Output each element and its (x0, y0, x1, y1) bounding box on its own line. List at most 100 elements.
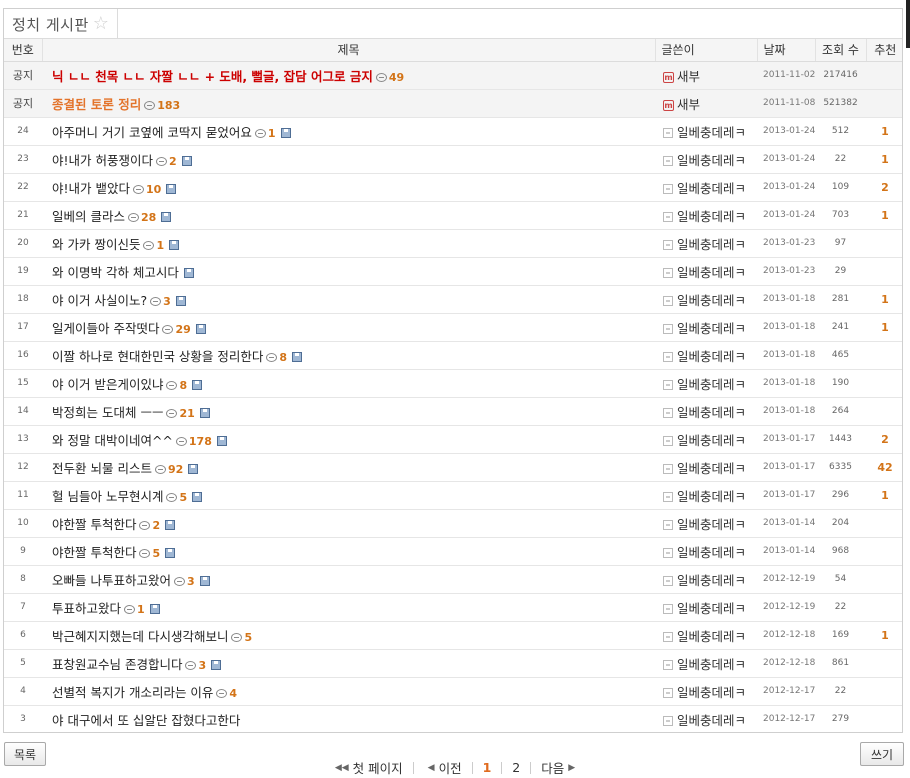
post-author[interactable]: 일베충데레ㅋ (677, 209, 746, 224)
comment-count[interactable]: 4 (216, 687, 237, 700)
comment-count[interactable]: 178 (175, 435, 212, 448)
page-link-1[interactable]: 1 (483, 760, 492, 775)
post-title-link[interactable]: 야!내가 뱉았다 (52, 181, 130, 196)
comment-bubble-icon (166, 408, 178, 418)
post-title-link[interactable]: 전두환 뇌물 리스트 (52, 461, 152, 476)
post-title-link[interactable]: 야!내가 허풍쟁이다 (52, 153, 153, 168)
comment-count[interactable]: 92 (154, 463, 183, 476)
post-title-link[interactable]: 투표하고왔다 (52, 601, 121, 616)
post-author[interactable]: 일베충데레ㅋ (677, 517, 746, 532)
post-title-link[interactable]: 헐 님들아 노무현시계 (52, 489, 163, 504)
divider (471, 761, 473, 774)
comment-count[interactable]: 3 (150, 295, 171, 308)
post-recommend: 1 (866, 481, 902, 510)
page-link-2[interactable]: 2 (512, 760, 520, 775)
user-icon (663, 492, 673, 502)
post-author[interactable]: 일베충데레ㅋ (677, 349, 746, 364)
comment-count[interactable]: 1 (254, 127, 276, 140)
post-views: 190 (815, 369, 866, 398)
post-recommend (866, 341, 902, 370)
post-title-link[interactable]: 와 정말 대박이네여^^ (52, 433, 173, 448)
comment-count[interactable]: 28 (127, 211, 156, 224)
post-recommend: 1 (866, 621, 902, 650)
post-author[interactable]: 일베충데레ㅋ (677, 405, 746, 420)
post-title-link[interactable]: 야한짤 투척한다 (52, 545, 136, 560)
user-icon (663, 520, 673, 530)
post-author-cell: 일베충데레ㅋ (655, 565, 757, 594)
post-title-link[interactable]: 일베의 클라스 (52, 209, 125, 224)
post-number: 3 (4, 705, 42, 732)
post-author[interactable]: 일베충데레ㅋ (677, 433, 746, 448)
post-title-link[interactable]: 야 이거 사실이노? (52, 293, 147, 308)
post-title-link[interactable]: 야 이거 받은게이있냐 (52, 377, 163, 392)
post-author[interactable]: 일베충데레ㅋ (677, 293, 746, 308)
post-author[interactable]: 일베충데레ㅋ (677, 629, 746, 644)
post-title-link[interactable]: 와 이명박 각하 체고시다 (52, 265, 179, 280)
post-author[interactable]: 일베충데레ㅋ (677, 377, 746, 392)
post-title-link[interactable]: 박정희는 도대체 ㅡㅡ (52, 405, 163, 420)
first-page-link[interactable]: ◀◀ 첫 페이지 (331, 758, 403, 777)
post-title-link[interactable]: 와 가카 짱이신듯 (52, 237, 140, 252)
comment-bubble-icon (266, 352, 278, 362)
comment-count[interactable]: 3 (185, 659, 206, 672)
post-author[interactable]: 일베충데레ㅋ (677, 489, 746, 504)
post-recommend (866, 593, 902, 622)
post-title-link[interactable]: 닉 ㄴㄴ 천목 ㄴㄴ 자짤 ㄴㄴ + 도배, 뻘글, 잡담 어그로 금지 (52, 69, 373, 84)
post-number: 공지 (4, 61, 42, 90)
post-title-link[interactable]: 오빠들 나투표하고왔어 (52, 573, 171, 588)
post-title-link[interactable]: 아주머니 거기 코옆에 코딱지 묻었어요 (52, 125, 252, 140)
comment-bubble-icon (150, 296, 162, 306)
table-row: 18 야 이거 사실이노? 3 일베충데레ㅋ 2013-01-18 281 1 (4, 285, 902, 314)
post-author[interactable]: 일베충데레ㅋ (677, 237, 746, 252)
post-date: 2013-01-24 (757, 145, 815, 174)
post-title-link[interactable]: 종결된 토론 정리 (52, 97, 141, 112)
comment-count[interactable]: 5 (231, 631, 252, 644)
comment-count[interactable]: 21 (166, 407, 195, 420)
comment-count[interactable]: 3 (173, 575, 195, 588)
post-author[interactable]: 일베충데레ㅋ (677, 125, 746, 140)
star-icon[interactable]: ☆ (93, 15, 109, 33)
post-title-link[interactable]: 야 대구에서 또 십알단 잡혔다고한다 (52, 713, 240, 728)
post-author[interactable]: 일베충데레ㅋ (677, 153, 746, 168)
post-title-link[interactable]: 표창원교수님 존경합니다 (52, 657, 182, 672)
post-author[interactable]: 일베충데레ㅋ (677, 545, 746, 560)
post-author[interactable]: 일베충데레ㅋ (677, 461, 746, 476)
post-author[interactable]: 일베충데레ㅋ (677, 713, 746, 728)
comment-count[interactable]: 49 (375, 71, 404, 84)
post-author[interactable]: 새부 (677, 69, 700, 84)
post-author[interactable]: 일베충데레ㅋ (677, 181, 746, 196)
comment-count[interactable]: 1 (143, 239, 164, 252)
post-author[interactable]: 일베충데레ㅋ (677, 657, 746, 672)
comment-count[interactable]: 5 (166, 491, 187, 504)
comment-count[interactable]: 29 (162, 323, 191, 336)
comment-count[interactable]: 8 (266, 351, 287, 364)
post-title-link[interactable]: 박근혜지지했는데 다시생각해보니 (52, 629, 228, 644)
post-title-link[interactable]: 이짤 하나로 현대한민국 상황을 정리한다 (52, 349, 263, 364)
post-title-link[interactable]: 선별적 복지가 개소리라는 이유 (52, 685, 213, 700)
post-author[interactable]: 새부 (677, 97, 700, 112)
comment-count[interactable]: 10 (133, 183, 161, 196)
post-date: 2013-01-14 (757, 537, 815, 566)
next-page-link[interactable]: 다음 ▶ (541, 758, 579, 777)
post-author[interactable]: 일베충데레ㅋ (677, 573, 746, 588)
post-title-cell: 종결된 토론 정리 183 (42, 89, 655, 118)
comment-count[interactable]: 8 (166, 379, 187, 392)
post-author[interactable]: 일베충데레ㅋ (677, 265, 746, 280)
post-author-cell: 일베충데레ㅋ (655, 257, 757, 286)
comment-count[interactable]: 183 (144, 99, 180, 112)
comment-count[interactable]: 1 (124, 603, 145, 616)
post-author-cell: m 새부 (655, 61, 757, 90)
divider (501, 761, 503, 774)
comment-count[interactable]: 2 (156, 155, 177, 168)
post-title-link[interactable]: 야한짤 투척한다 (52, 517, 136, 532)
post-title-link[interactable]: 일게이들아 주작떳다 (52, 321, 159, 336)
prev-page-label: 이전 (438, 761, 462, 776)
post-author[interactable]: 일베충데레ㅋ (677, 685, 746, 700)
comment-count[interactable]: 5 (139, 547, 160, 560)
user-icon (663, 632, 673, 642)
comment-count[interactable]: 2 (139, 519, 160, 532)
post-author[interactable]: 일베충데레ㅋ (677, 321, 746, 336)
post-author[interactable]: 일베충데레ㅋ (677, 601, 746, 616)
prev-page-link[interactable]: ◀ 이전 (424, 758, 462, 777)
board-title[interactable]: 정치 게시판 (12, 14, 89, 35)
